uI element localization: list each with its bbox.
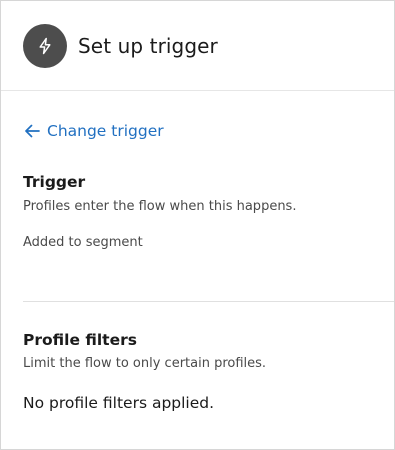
profile-filters-description: Limit the flow to only certain profiles. xyxy=(23,356,267,371)
trigger-section-description: Profiles enter the flow when this happen… xyxy=(23,199,297,214)
page-title: Set up trigger xyxy=(78,33,218,58)
arrow-left-icon xyxy=(23,122,41,140)
lightning-bolt-icon xyxy=(39,37,51,54)
setup-trigger-panel: Set up trigger Change trigger Trigger Pr… xyxy=(0,0,395,450)
trigger-section-title: Trigger xyxy=(23,173,86,191)
section-divider xyxy=(23,301,394,302)
no-filters-text: No profile filters applied. xyxy=(23,394,215,412)
trigger-value: Added to segment xyxy=(23,235,143,250)
panel-header: Set up trigger xyxy=(1,1,394,91)
trigger-icon-badge xyxy=(23,23,67,68)
change-trigger-label: Change trigger xyxy=(47,122,164,140)
profile-filters-title: Profile filters xyxy=(23,331,137,349)
change-trigger-link[interactable]: Change trigger xyxy=(23,122,164,140)
